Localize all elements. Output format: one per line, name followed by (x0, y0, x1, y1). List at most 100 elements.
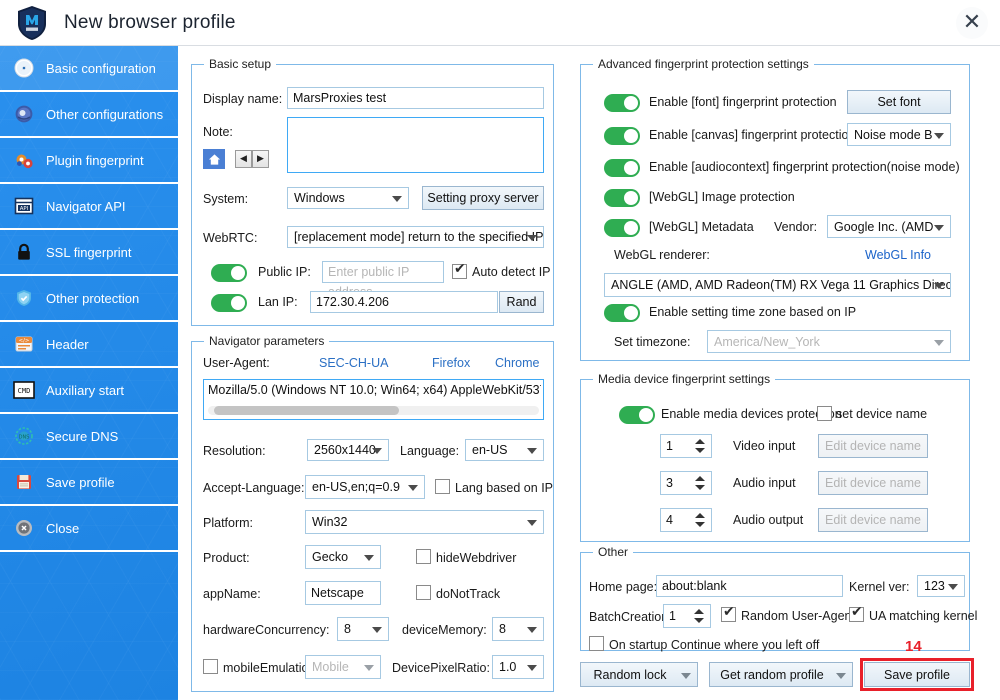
random-lock-button[interactable]: Random lock (580, 662, 698, 687)
hardware-concurrency-select[interactable]: 8 (337, 617, 389, 641)
vendor-select[interactable]: Google Inc. (AMD (827, 215, 951, 238)
sidebar-item-close[interactable]: Close (0, 506, 178, 552)
webgl-image-protection-toggle[interactable] (604, 189, 640, 207)
auto-detect-ip-checkbox[interactable] (452, 261, 467, 279)
sidebar-item-label: Basic configuration (46, 60, 156, 76)
audio-input-count-stepper[interactable]: 3 (660, 471, 712, 495)
sidebar-item-label: Navigator API (46, 198, 126, 214)
close-icon[interactable]: ✕ (956, 7, 988, 39)
get-random-profile-button[interactable]: Get random profile (709, 662, 853, 687)
sidebar-item-save-profile[interactable]: Save profile (0, 460, 178, 506)
sidebar-item-plugin-fingerprint[interactable]: Plugin fingerprint (0, 138, 178, 184)
set-device-name-checkbox[interactable] (817, 406, 832, 421)
webgl-info-link[interactable]: WebGL Info (865, 248, 931, 262)
chevron-down-icon (372, 627, 382, 633)
stepper-up-icon[interactable] (695, 513, 705, 518)
user-agent-scrollbar[interactable] (208, 406, 539, 415)
accept-language-select[interactable]: en-US,en;q=0.9 (305, 475, 425, 499)
lan-ip-input[interactable]: 172.30.4.206 (310, 291, 498, 313)
on-startup-checkbox[interactable] (589, 636, 604, 651)
note-next-button[interactable]: ▶ (252, 150, 269, 168)
navigator-parameters-title: Navigator parameters (204, 334, 330, 348)
stepper-down-icon[interactable] (695, 485, 705, 490)
audio-output-count-stepper[interactable]: 4 (660, 508, 712, 532)
ua-matching-kernel-checkbox[interactable] (849, 604, 864, 622)
sidebar-item-label: SSL fingerprint (46, 244, 132, 260)
compass-icon (13, 57, 35, 79)
lan-ip-toggle[interactable] (211, 294, 247, 312)
sidebar-item-auxiliary-start[interactable]: CMD Auxiliary start (0, 368, 178, 414)
sidebar-item-navigator-api[interactable]: API Navigator API (0, 184, 178, 230)
audio-input-edit-device-name-button[interactable]: Edit device name (818, 471, 928, 495)
audio-output-label: Audio output (733, 513, 804, 527)
font-protection-label: Enable [font] fingerprint protection (649, 95, 837, 109)
canvas-protection-toggle[interactable] (604, 127, 640, 145)
kernel-ver-select[interactable]: 123 (917, 575, 965, 597)
language-select[interactable]: en-US (465, 439, 544, 461)
stepper-down-icon[interactable] (695, 448, 705, 453)
display-name-input[interactable]: MarsProxies test (287, 87, 544, 109)
device-memory-select[interactable]: 8 (492, 617, 544, 641)
product-select[interactable]: Gecko (305, 545, 381, 569)
device-pixel-ratio-select[interactable]: 1.0 (492, 655, 544, 679)
public-ip-input[interactable]: Enter public IP address (322, 261, 444, 299)
set-timezone-select[interactable]: America/New_York (707, 330, 951, 353)
batch-creation-stepper[interactable]: 1 (663, 604, 711, 628)
stepper-down-icon[interactable] (695, 522, 705, 527)
set-font-button[interactable]: Set font (847, 90, 951, 114)
chevron-down-icon[interactable] (836, 672, 846, 679)
platform-select[interactable]: Win32 (305, 510, 544, 534)
chrome-tab[interactable]: Chrome (495, 356, 539, 370)
stepper-up-icon[interactable] (695, 476, 705, 481)
user-agent-label: User-Agent: (203, 356, 270, 370)
media-devices-protection-toggle[interactable] (619, 406, 655, 424)
sec-ch-ua-tab[interactable]: SEC-CH-UA (319, 356, 388, 370)
mobile-select[interactable]: Mobile (305, 655, 381, 679)
video-edit-device-name-button[interactable]: Edit device name (818, 434, 928, 458)
webgl-metadata-toggle[interactable] (604, 219, 640, 237)
sidebar-item-basic-configuration[interactable]: Basic configuration (0, 46, 178, 92)
hide-webdriver-label: hideWebdriver (436, 551, 517, 565)
sidebar-item-secure-dns[interactable]: DNS Secure DNS (0, 414, 178, 460)
audio-output-edit-device-name-button[interactable]: Edit device name (818, 508, 928, 532)
webrtc-select[interactable]: [replacement mode] return to the specifi… (287, 226, 544, 248)
donottrack-checkbox[interactable] (416, 585, 431, 600)
sidebar-item-other-protection[interactable]: Other protection (0, 276, 178, 322)
note-prev-button[interactable]: ◀ (235, 150, 252, 168)
canvas-noise-mode-select[interactable]: Noise mode B (847, 123, 951, 146)
stepper-down-icon[interactable] (694, 618, 704, 623)
mobile-emulation-checkbox[interactable] (203, 659, 218, 674)
audiocontext-protection-label: Enable [audiocontext] fingerprint protec… (649, 160, 960, 174)
home-icon[interactable] (203, 149, 225, 169)
home-page-label: Home page: (589, 580, 658, 594)
font-protection-toggle[interactable] (604, 94, 640, 112)
note-input[interactable] (287, 117, 544, 173)
random-user-agent-checkbox[interactable] (721, 604, 736, 622)
timezone-based-on-ip-toggle[interactable] (604, 304, 640, 322)
scrollbar-thumb[interactable] (214, 406, 400, 415)
resolution-select[interactable]: 2560x1440 (307, 439, 389, 461)
home-page-input[interactable]: about:blank (656, 575, 843, 597)
device-pixel-ratio-value: 1.0 (499, 660, 517, 674)
firefox-tab[interactable]: Firefox (432, 356, 470, 370)
lang-based-on-ip-checkbox[interactable] (435, 479, 450, 494)
sidebar-item-ssl-fingerprint[interactable]: SSL fingerprint (0, 230, 178, 276)
sidebar-item-header[interactable]: </> Header (0, 322, 178, 368)
hide-webdriver-checkbox[interactable] (416, 549, 431, 564)
chevron-down-icon[interactable] (681, 672, 691, 679)
public-ip-toggle[interactable] (211, 264, 247, 282)
webgl-renderer-select[interactable]: ANGLE (AMD, AMD Radeon(TM) RX Vega 11 Gr… (604, 273, 951, 297)
sidebar-item-other-configurations[interactable]: Other configurations (0, 92, 178, 138)
audiocontext-protection-toggle[interactable] (604, 159, 640, 177)
stepper-up-icon[interactable] (694, 609, 704, 614)
video-input-count-stepper[interactable]: 1 (660, 434, 712, 458)
chevron-down-icon (948, 584, 958, 590)
user-agent-input[interactable]: Mozilla/5.0 (Windows NT 10.0; Win64; x64… (203, 379, 544, 420)
rand-button[interactable]: Rand (499, 291, 544, 313)
chevron-down-icon (527, 665, 537, 671)
save-profile-button[interactable]: Save profile (864, 662, 970, 687)
appname-input[interactable]: Netscape (305, 581, 381, 605)
setting-proxy-server-button[interactable]: Setting proxy server (422, 186, 544, 210)
stepper-up-icon[interactable] (695, 439, 705, 444)
system-select[interactable]: Windows (287, 187, 409, 209)
